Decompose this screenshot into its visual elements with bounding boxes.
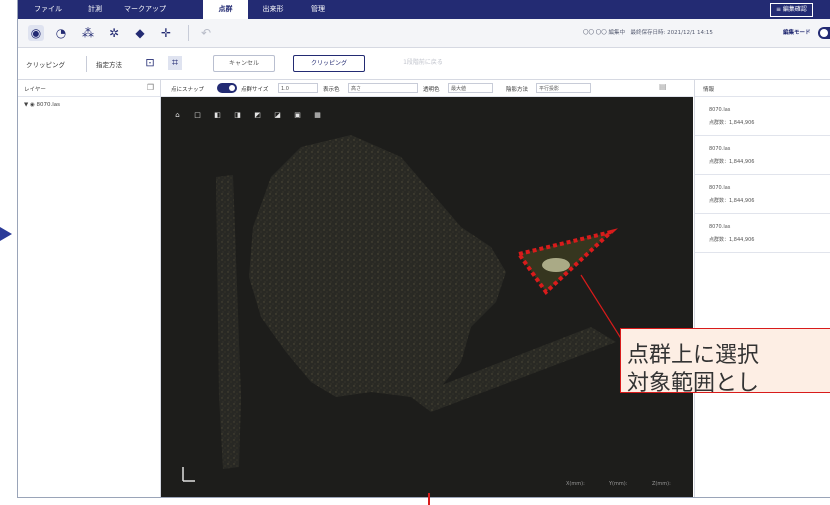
app-window: ファイル 計測 マークアップ 点群 出来形 管理 ≡ 編集確認 ◉ ◔ ⁂ ✲ … xyxy=(17,0,830,498)
coord-z-readout: Z(mm): xyxy=(652,481,671,487)
display-color-select[interactable]: 高さ xyxy=(348,83,418,93)
info-panel-header: 情報 xyxy=(695,80,830,97)
left-pointer-arrow xyxy=(0,227,12,241)
toolbar-divider xyxy=(188,25,189,41)
info-card-count: 点群数：1,844,906 xyxy=(709,198,755,204)
settings-tool-icon[interactable]: ✲ xyxy=(106,25,122,41)
info-card-name: 8070.las xyxy=(709,146,731,152)
edit-confirm-button[interactable]: ≡ 編集確認 xyxy=(770,3,813,17)
clipping-title: クリッピング xyxy=(26,61,65,69)
info-card[interactable]: 8070.las 点群数：1,844,906 xyxy=(695,97,830,136)
callout-line-2: 対象範囲とし xyxy=(627,371,760,396)
pointcloud-left-strip xyxy=(216,175,241,469)
left-view-icon[interactable]: ◨ xyxy=(233,111,242,120)
menu-asbuilt[interactable]: 出来形 xyxy=(253,0,293,19)
menu-markup[interactable]: マークアップ xyxy=(120,0,170,19)
info-card[interactable]: 8070.las 点群数：1,844,906 xyxy=(695,175,830,214)
menu-pointcloud[interactable]: 点群 xyxy=(203,0,248,19)
info-card-count: 点群数：1,844,906 xyxy=(709,237,755,243)
move-tool-icon[interactable]: ✛ xyxy=(158,25,174,41)
method-label: 指定方法 xyxy=(96,61,122,69)
tag-tool-icon[interactable]: ◆ xyxy=(132,25,148,41)
shade-label: 陰影方法 xyxy=(506,87,529,93)
iso-view-icon[interactable]: ▦ xyxy=(313,111,322,120)
info-panel-title: 情報 xyxy=(703,87,715,93)
editing-status: 〇〇 〇〇 編集中 最終保存日時: 2021/12/1 14:15 xyxy=(583,30,713,36)
back-view-icon[interactable]: ◧ xyxy=(213,111,222,120)
snap-toggle[interactable] xyxy=(217,83,237,93)
display-color-label: 表示色 xyxy=(323,87,340,93)
clipping-bar: クリッピング 指定方法 ⊡ ⌗ キャンセル クリッピング 1段階前に戻る xyxy=(18,48,830,80)
box-clip-icon[interactable]: ⊡ xyxy=(143,56,157,70)
layer-panel-title: レイヤー xyxy=(24,87,46,93)
info-panel: 情報 8070.las 点群数：1,844,906 8070.las 点群数：1… xyxy=(694,80,830,497)
info-card-name: 8070.las xyxy=(709,185,731,191)
cancel-button[interactable]: キャンセル xyxy=(213,55,275,72)
coord-y-readout: Y(mm): xyxy=(609,481,628,487)
menu-measure[interactable]: 計測 xyxy=(80,0,110,19)
pointcloud-viewer[interactable]: ⌂ □ ◧ ◨ ◩ ◪ ▣ ▦ X(mm): Y(mm): Z(mm): xyxy=(161,97,693,497)
point-size-select[interactable]: 1.0 xyxy=(278,83,318,93)
layer-item-8070[interactable]: ▼ ◉ 8070.las xyxy=(24,102,60,108)
annotation-callout: 点群上に選択 対象範囲とし xyxy=(620,328,830,396)
front-view-icon[interactable]: □ xyxy=(193,111,202,120)
clip-divider xyxy=(86,56,87,72)
bottom-view-icon[interactable]: ▣ xyxy=(293,111,302,120)
undo-step-button[interactable]: 1段階前に戻る xyxy=(388,55,458,70)
pointcloud-canvas[interactable] xyxy=(161,97,693,497)
snap-label: 点にスナップ xyxy=(171,87,205,93)
pointcloud-tool-icon[interactable]: ⁂ xyxy=(80,25,96,41)
annotation-tick xyxy=(428,493,430,505)
coord-x-readout: X(mm): xyxy=(566,481,585,487)
layer-panel: レイヤー ❐ ▼ ◉ 8070.las xyxy=(18,80,161,497)
info-card-name: 8070.las xyxy=(709,224,731,230)
clipping-button[interactable]: クリッピング xyxy=(293,55,365,72)
menu-file[interactable]: ファイル xyxy=(28,0,68,19)
menu-manage[interactable]: 管理 xyxy=(303,0,333,19)
transparency-select[interactable]: 最大値 xyxy=(448,83,493,93)
pointcloud-terrain xyxy=(249,135,506,397)
transparency-label: 透明色 xyxy=(423,87,440,93)
menu-bar: ファイル 計測 マークアップ 点群 出来形 管理 ≡ 編集確認 xyxy=(18,0,830,19)
lasso-tool-icon[interactable]: ◔ xyxy=(53,25,69,41)
right-view-icon[interactable]: ◩ xyxy=(253,111,262,120)
info-card-name: 8070.las xyxy=(709,107,731,113)
edit-mode-toggle[interactable] xyxy=(818,27,830,39)
select-tool-icon[interactable]: ◉ xyxy=(28,25,44,41)
info-card[interactable]: 8070.las 点群数：1,844,906 xyxy=(695,136,830,175)
info-card-count: 点群数：1,844,906 xyxy=(709,159,755,165)
home-view-icon[interactable]: ⌂ xyxy=(173,111,182,120)
info-card[interactable]: 8070.las 点群数：1,844,906 xyxy=(695,214,830,253)
layer-panel-copy-icon[interactable]: ❐ xyxy=(147,83,154,92)
top-view-icon[interactable]: ◪ xyxy=(273,111,282,120)
point-size-label: 点群サイズ xyxy=(241,87,269,93)
panel-layout-icon[interactable]: ▤ xyxy=(659,82,667,91)
undo-icon[interactable]: ↶ xyxy=(198,25,214,41)
toolbar: ◉ ◔ ⁂ ✲ ◆ ✛ ↶ 〇〇 〇〇 編集中 最終保存日時: 2021/12/… xyxy=(18,19,830,48)
viewer-settings-bar: 点にスナップ 点群サイズ 1.0 表示色 高さ 透明色 最大値 陰影方法 平行投… xyxy=(161,80,693,97)
polygon-clip-icon[interactable]: ⌗ xyxy=(168,56,182,70)
edit-mode-label: 編集モード xyxy=(783,30,811,36)
info-card-count: 点群数：1,844,906 xyxy=(709,120,755,126)
layer-panel-header: レイヤー ❐ xyxy=(18,80,160,97)
shade-select[interactable]: 平行投影 xyxy=(536,83,591,93)
